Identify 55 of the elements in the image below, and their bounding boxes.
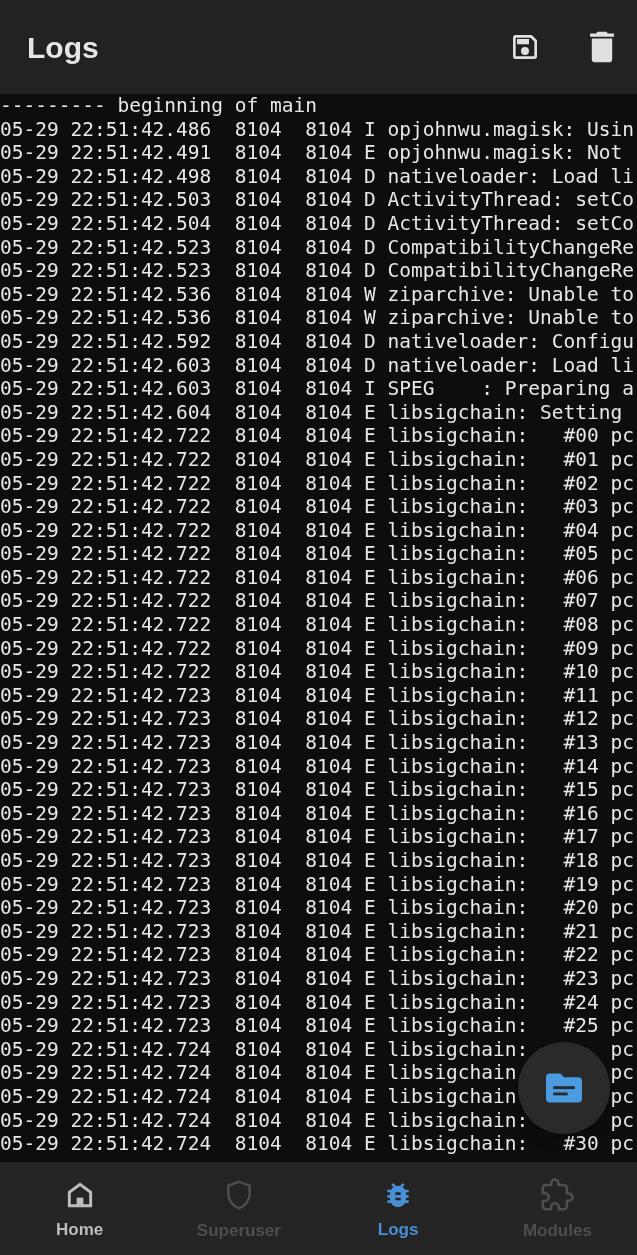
log-line-end: pc bbox=[610, 1108, 634, 1132]
nav-tab[interactable]: Home bbox=[0, 1162, 160, 1255]
log-line: 05-29 22:51:42.724 8104 8104 E libsigchain: bbox=[0, 1037, 529, 1061]
log-line: 05-29 22:51:42.723 8104 8104 E libsigchain: #17 pc bbox=[0, 825, 634, 849]
log-line: 05-29 22:51:42.724 8104 8104 E libsigchain: #30 pc bbox=[0, 1132, 634, 1156]
log-line: 05-29 22:51:42.592 8104 8104 D nativeloader: Configu bbox=[0, 329, 634, 354]
log-line: 05-29 22:51:42.723 8104 8104 E libsigchain: #22 pc bbox=[0, 943, 634, 967]
log-line: 05-29 22:51:42.486 8104 8104 I opjohnwu.magisk: Usin bbox=[0, 117, 634, 142]
log-line: 05-29 22:51:42.724 8104 8104 E libsigchain bbox=[0, 1084, 517, 1108]
log-line: 05-29 22:51:42.536 8104 8104 W ziparchive: Unable to bbox=[0, 282, 634, 307]
log-line: 05-29 22:51:42.722 8104 8104 E libsigchain: #07 pc bbox=[0, 589, 634, 614]
puzzle-icon bbox=[540, 1177, 575, 1212]
log-line: 05-29 22:51:42.723 8104 8104 E libsigchain: #23 pc bbox=[0, 966, 634, 991]
log-line: 05-29 22:51:42.723 8104 8104 E libsigchain: #20 pc bbox=[0, 896, 634, 920]
log-line: 05-29 22:51:42.722 8104 8104 E libsigchain: #09 pc bbox=[0, 636, 634, 661]
log-line: 05-29 22:51:42.722 8104 8104 E libsigchain: #05 pc bbox=[0, 542, 634, 566]
log-line: 05-29 22:51:42.723 8104 8104 E libsigchain: #24 pc bbox=[0, 990, 634, 1015]
log-line: 05-29 22:51:42.722 8104 8104 E libsigchain: #00 pc bbox=[0, 424, 634, 448]
log-line: 05-29 22:51:42.724 8104 8104 E libsigchain: bbox=[0, 1108, 529, 1132]
log-line: 05-29 22:51:42.603 8104 8104 D nativeloader: Load li bbox=[0, 353, 634, 378]
log-line: 05-29 22:51:42.722 8104 8104 E libsigchain: #06 pc bbox=[0, 565, 634, 590]
log-line: 05-29 22:51:42.536 8104 8104 W ziparchive: Unable to bbox=[0, 306, 634, 330]
log-line-end: pc bbox=[610, 1084, 634, 1108]
log-line: 05-29 22:51:42.723 8104 8104 E libsigchain: #12 pc bbox=[0, 707, 634, 732]
nav-tab[interactable]: Logs bbox=[318, 1162, 478, 1255]
log-line: 05-29 22:51:42.503 8104 8104 D ActivityThread: setCo bbox=[0, 188, 634, 212]
log-line: 05-29 22:51:42.723 8104 8104 E libsigchain: #18 pc bbox=[0, 849, 634, 873]
log-line: 05-29 22:51:42.723 8104 8104 E libsigchain: #16 pc bbox=[0, 801, 634, 826]
log-line: 05-29 22:51:42.523 8104 8104 D CompatibilityChangeRe bbox=[0, 235, 634, 260]
log-line: 05-29 22:51:42.491 8104 8104 E opjohnwu.magisk: Not bbox=[0, 141, 623, 165]
log-line: 05-29 22:51:42.722 8104 8104 E libsigchain: #02 pc bbox=[0, 471, 634, 496]
folder-icon bbox=[546, 1073, 582, 1103]
page-title: Logs bbox=[27, 29, 100, 66]
log-line-end: pc bbox=[610, 1061, 634, 1085]
log-line: 05-29 22:51:42.523 8104 8104 D CompatibilityChangeRe bbox=[0, 259, 634, 283]
log-line: 05-29 22:51:42.604 8104 8104 E libsigchain: Setting bbox=[0, 400, 623, 425]
delete-icon[interactable] bbox=[587, 30, 617, 64]
log-line: 05-29 22:51:42.722 8104 8104 E libsigchain: #01 pc bbox=[0, 447, 634, 472]
log-line: 05-29 22:51:42.603 8104 8104 I SPEG : Preparing a bbox=[0, 377, 634, 401]
log-line: 05-29 22:51:42.498 8104 8104 D nativeloader: Load li bbox=[0, 164, 634, 189]
log-line: 05-29 22:51:42.723 8104 8104 E libsigchain: #21 pc bbox=[0, 919, 634, 944]
log-line: --------- beginning of main bbox=[0, 94, 317, 118]
log-line: 05-29 22:51:42.723 8104 8104 E libsigchain: #15 pc bbox=[0, 778, 634, 802]
log-line: 05-29 22:51:42.722 8104 8104 E libsigchain: #10 pc bbox=[0, 660, 634, 684]
log-line: 05-29 22:51:42.504 8104 8104 D ActivityThread: setCo bbox=[0, 211, 634, 236]
log-line: 05-29 22:51:42.723 8104 8104 E libsigchain: #14 pc bbox=[0, 754, 634, 779]
log-line: 05-29 22:51:42.724 8104 8104 E libsigchain bbox=[0, 1061, 517, 1085]
log-line: 05-29 22:51:42.723 8104 8104 E libsigchain: #13 pc bbox=[0, 731, 634, 755]
log-line: 05-29 22:51:42.723 8104 8104 E libsigchain: #11 pc bbox=[0, 683, 634, 708]
log-line-end: pc bbox=[610, 1037, 634, 1061]
log-line: 05-29 22:51:42.722 8104 8104 E libsigchain: #04 pc bbox=[0, 518, 634, 543]
log-line: 05-29 22:51:42.722 8104 8104 E libsigchain: #08 pc bbox=[0, 613, 634, 637]
log-line: 05-29 22:51:42.722 8104 8104 E libsigchain: #03 pc bbox=[0, 495, 634, 519]
log-line: 05-29 22:51:42.723 8104 8104 E libsigchain: #19 pc bbox=[0, 872, 634, 897]
log-line: 05-29 22:51:42.723 8104 8104 E libsigchain: #25 pc bbox=[0, 1014, 634, 1038]
